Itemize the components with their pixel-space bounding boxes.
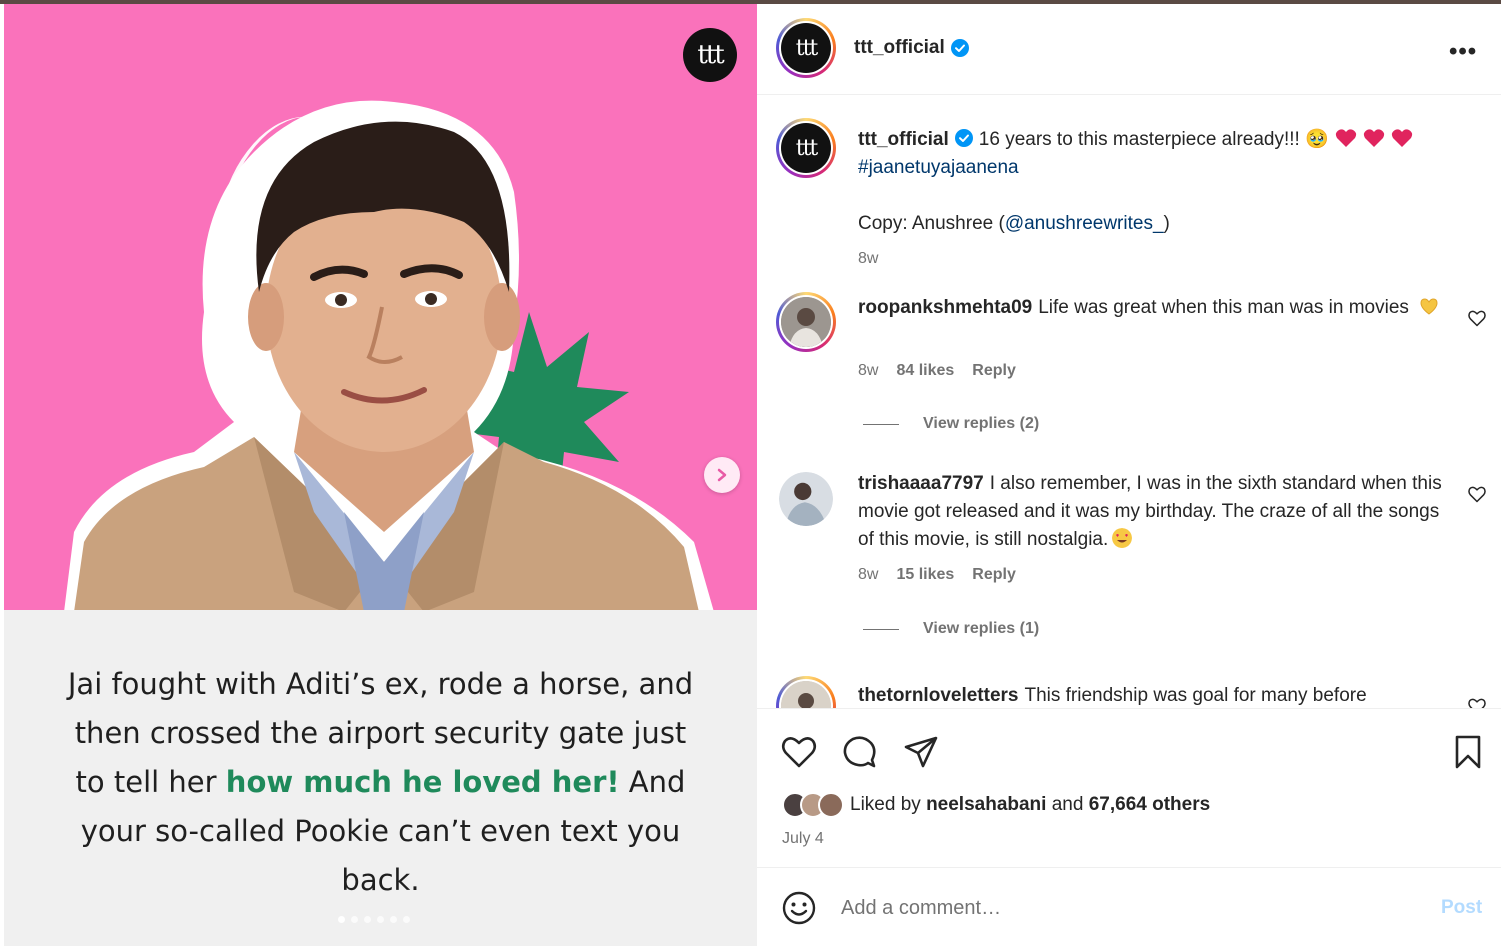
view-replies-button[interactable]: View replies (2)	[863, 415, 1039, 433]
comment-item: trishaaaa7797 I also remember, I was in t…	[757, 470, 1501, 650]
caption-meta: 8w	[858, 250, 878, 268]
comment-username[interactable]: thetornloveletters	[858, 685, 1018, 706]
media-text-area: Jai fought with Aditi’s ex, rode a horse…	[4, 610, 757, 946]
caption-hashtag-link[interactable]: #jaanetuyajaanena	[858, 157, 1019, 178]
comment-username[interactable]: roopankshmehta09	[858, 297, 1032, 318]
comment-age: 8w	[858, 362, 879, 379]
post-media: ttt Jai fought with Aditi’s ex, rode a h…	[4, 4, 757, 946]
avatar-photo-icon	[779, 472, 833, 526]
comment-username[interactable]: trishaaaa7797	[858, 473, 984, 494]
author-avatar[interactable]: ttt	[776, 18, 836, 78]
carousel-dot	[338, 916, 345, 923]
caption-text: ttt_official 16 years to this masterpiece…	[858, 126, 1458, 238]
avatar-logo-text: ttt	[781, 123, 831, 173]
replies-divider-line	[863, 628, 899, 630]
commenter-avatar[interactable]	[779, 472, 833, 526]
comment-meta: 8w 84 likes Reply	[858, 362, 1016, 380]
post-actions-section: Liked by neelsahabani and 67,664 others …	[757, 708, 1501, 868]
red-heart-emoji-icon	[1391, 129, 1412, 147]
comments-list: ttt ttt_official 16 years to this masterp…	[757, 96, 1501, 708]
comment-like-heart-icon[interactable]	[1467, 308, 1487, 328]
comment-text: thetornloveletters This friendship was go…	[858, 682, 1458, 708]
red-heart-emoji-icon	[1363, 129, 1384, 147]
carousel-dots	[338, 916, 410, 923]
brand-logo-badge: ttt	[683, 28, 737, 82]
caption-body: 16 years to this masterpiece already!!! …	[978, 129, 1329, 150]
caption-author-avatar[interactable]: ttt	[776, 118, 836, 178]
caption-age: 8w	[858, 250, 879, 267]
view-replies-button[interactable]: View replies (1)	[863, 620, 1039, 638]
comment-bubble-icon[interactable]	[841, 733, 879, 771]
post-caption-row: ttt ttt_official 16 years to this masterp…	[757, 114, 1501, 274]
comment-body: Life was great when this man was in movi…	[1038, 297, 1409, 318]
comment-item: roopankshmehta09 Life was great when this…	[757, 292, 1501, 442]
heart-hands-emoji-icon	[1420, 298, 1438, 315]
liker-avatar	[818, 792, 844, 818]
comment-composer: Post	[757, 869, 1501, 946]
commenter-avatar[interactable]	[776, 676, 836, 708]
post-side-panel: ttt ttt_official ••• ttt ttt_official 16 …	[757, 4, 1501, 946]
chevron-right-icon	[717, 468, 727, 482]
replies-divider-line	[863, 423, 899, 425]
liker-avatars	[782, 792, 844, 818]
media-caption: Jai fought with Aditi’s ex, rode a horse…	[64, 660, 697, 905]
comment-like-heart-icon[interactable]	[1467, 696, 1487, 708]
comment-meta: 8w 15 likes Reply	[858, 566, 1016, 584]
carousel-dot	[364, 916, 371, 923]
verified-badge-icon	[954, 129, 973, 147]
avatar-photo-icon	[781, 297, 831, 347]
liked-by-and: and	[1051, 794, 1084, 815]
comment-item: thetornloveletters This friendship was go…	[757, 676, 1501, 708]
add-comment-input[interactable]	[841, 893, 1401, 923]
commenter-avatar[interactable]	[776, 292, 836, 352]
comment-likes-count[interactable]: 84 likes	[896, 362, 954, 380]
avatar-logo-text: ttt	[781, 23, 831, 73]
carousel-dot	[351, 916, 358, 923]
comment-reply-button[interactable]: Reply	[972, 566, 1016, 584]
liked-by-summary: Liked by neelsahabani and 67,664 others	[782, 792, 1210, 818]
more-options-button[interactable]: •••	[1449, 38, 1477, 66]
verified-badge-icon	[950, 39, 969, 57]
comment-likes-count[interactable]: 15 likes	[896, 566, 954, 584]
avatar-photo-icon	[781, 681, 831, 708]
media-image-area: ttt	[4, 4, 757, 610]
carousel-dot	[390, 916, 397, 923]
post-comment-button[interactable]: Post	[1441, 897, 1482, 919]
comment-text: trishaaaa7797 I also remember, I was in t…	[858, 470, 1458, 554]
share-send-icon[interactable]	[902, 733, 940, 771]
post-date[interactable]: July 4	[782, 830, 824, 848]
comment-age: 8w	[858, 566, 879, 583]
caption-mention-link[interactable]: @anushreewrites_	[1005, 213, 1164, 234]
save-bookmark-icon[interactable]	[1449, 733, 1487, 771]
author-username[interactable]: ttt_official	[854, 37, 945, 59]
comment-text: roopankshmehta09 Life was great when this…	[858, 294, 1458, 322]
like-heart-icon[interactable]	[780, 733, 818, 771]
comment-like-heart-icon[interactable]	[1467, 484, 1487, 504]
commenter-photo	[781, 681, 831, 708]
carousel-dot	[403, 916, 410, 923]
media-caption-highlight: how much he loved her!	[225, 765, 620, 799]
caption-copy-prefix: Copy: Anushree (	[858, 213, 1005, 234]
actor-photo	[64, 100, 714, 610]
comment-reply-button[interactable]: Reply	[972, 362, 1016, 380]
caption-username[interactable]: ttt_official	[858, 129, 949, 150]
caption-copy-suffix: )	[1163, 213, 1170, 234]
red-heart-emoji-icon	[1335, 129, 1356, 147]
liked-by-user-link[interactable]: neelsahabani	[926, 794, 1046, 816]
emoji-picker-icon[interactable]	[781, 890, 817, 926]
heart-eyes-emoji-icon	[1112, 528, 1133, 548]
carousel-next-button[interactable]	[704, 457, 740, 493]
view-replies-label: View replies (2)	[923, 415, 1040, 432]
post-header: ttt ttt_official •••	[757, 4, 1501, 95]
view-replies-label: View replies (1)	[923, 620, 1040, 637]
liked-by-prefix: Liked by	[850, 794, 921, 815]
carousel-dot	[377, 916, 384, 923]
comment-body: This friendship was goal for many before	[1024, 685, 1367, 706]
commenter-photo	[781, 297, 831, 347]
liked-by-others-link[interactable]: 67,664 others	[1089, 794, 1210, 816]
instagram-post-view: ttt Jai fought with Aditi’s ex, rode a h…	[0, 0, 1501, 946]
